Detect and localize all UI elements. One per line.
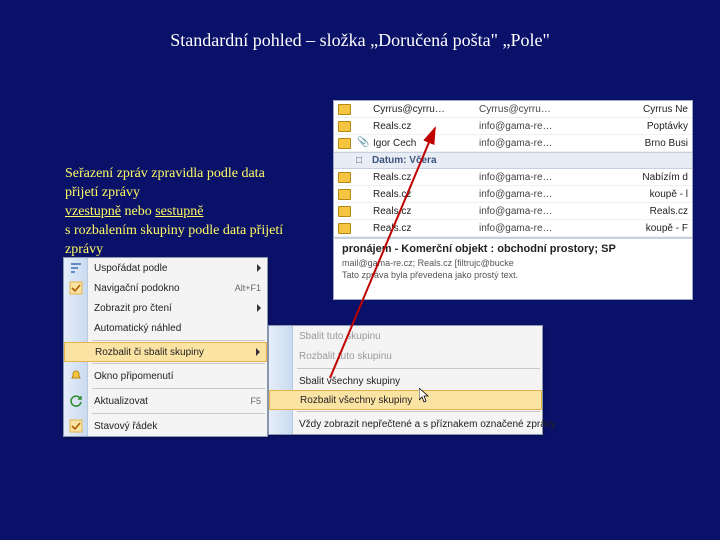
mail-email: Cyrrus@cyrru…	[479, 104, 579, 115]
menu-item-label: Okno připomenutí	[94, 371, 174, 382]
menu-hotkey: Alt+F1	[235, 283, 261, 293]
submenu-item-label: Rozbalit všechny skupiny	[300, 395, 412, 406]
mail-from: Reals.cz	[373, 206, 473, 217]
desc-line3: s rozbalením skupiny podle data přijetí …	[65, 222, 295, 260]
submenu-item-label: Sbalit všechny skupiny	[299, 376, 400, 387]
mail-subject: Reals.cz	[585, 206, 688, 217]
sort-icon	[68, 260, 84, 276]
menu-item-label: Stavový řádek	[94, 421, 157, 432]
mail-email: info@gama-re…	[479, 206, 579, 217]
menu-separator	[92, 340, 265, 341]
mail-from: Reals.cz	[373, 121, 473, 132]
menu-item-label: Zobrazit pro čtení	[94, 303, 172, 314]
submenu-item[interactable]: Vždy zobrazit nepřečtené a s příznakem o…	[269, 414, 542, 434]
menu-hotkey: F5	[250, 396, 261, 406]
mail-row[interactable]: Reals.cz info@gama-re… koupě - l	[334, 186, 692, 203]
menu-separator	[92, 388, 265, 389]
menu-item[interactable]: Automatický náhled	[64, 318, 267, 338]
mail-subject: koupě - F	[585, 223, 688, 234]
mail-email: info@gama-re…	[479, 172, 579, 183]
preview-meta2: Tato zpráva byla převedena jako prostý t…	[342, 270, 684, 280]
menu-separator	[297, 411, 540, 412]
mail-icon	[338, 104, 351, 115]
mouse-cursor-icon	[419, 388, 431, 404]
mail-row[interactable]: Reals.cz info@gama-re… Poptávky	[334, 118, 692, 135]
submenu-arrow-icon	[256, 348, 260, 356]
mail-icon	[338, 138, 351, 149]
preview-meta1: mail@gama-re.cz; Reals.cz [filtrujc@buck…	[342, 258, 684, 268]
mail-email: info@gama-re…	[479, 189, 579, 200]
mail-from: Igor Čech	[373, 138, 473, 149]
mail-row[interactable]: Cyrrus@cyrru… Cyrrus@cyrru… Cyrrus Ne	[334, 101, 692, 118]
slide-title: Standardní pohled – složka „Doručená poš…	[0, 0, 720, 51]
mail-row[interactable]: 📎 Igor Čech info@gama-re… Brno Busi	[334, 135, 692, 152]
mail-icon	[338, 223, 351, 234]
mail-from: Reals.cz	[373, 189, 473, 200]
submenu-item-label: Rozbalit tuto skupinu	[299, 351, 392, 362]
blank-icon	[68, 300, 84, 316]
mail-row[interactable]: Reals.cz info@gama-re… Reals.cz	[334, 203, 692, 220]
mail-email: info@gama-re…	[479, 223, 579, 234]
submenu-item: Sbalit tuto skupinu	[269, 326, 542, 346]
menu-separator	[297, 368, 540, 369]
menu-item-label: Uspořádat podle	[94, 263, 167, 274]
mail-from: Cyrrus@cyrru…	[373, 104, 473, 115]
bell-icon	[68, 368, 84, 384]
mail-from: Reals.cz	[373, 223, 473, 234]
submenu-item-label: Sbalit tuto skupinu	[299, 331, 381, 342]
mail-from: Reals.cz	[373, 172, 473, 183]
menu-item[interactable]: Zobrazit pro čtení	[64, 298, 267, 318]
mail-row[interactable]: Reals.cz info@gama-re… Nabízím d	[334, 169, 692, 186]
mail-subject: koupě - l	[585, 189, 688, 200]
menu-item[interactable]: Stavový řádek	[64, 416, 267, 436]
slide-description: Seřazení zpráv zpravidla podle data přij…	[65, 165, 295, 259]
menu-item-label: Rozbalit či sbalit skupiny	[95, 347, 204, 358]
reading-pane: pronájem - Komerční objekt : obchodní pr…	[334, 237, 692, 286]
inbox-group-header[interactable]: □Datum: Včera	[334, 152, 692, 169]
menu-separator	[92, 363, 265, 364]
menu-item[interactable]: Aktualizovat F5	[64, 391, 267, 411]
menu-item-label: Aktualizovat	[94, 396, 148, 407]
mail-subject: Cyrrus Ne	[585, 104, 688, 115]
desc-desc: sestupně	[155, 204, 203, 219]
submenu-item[interactable]: Sbalit všechny skupiny	[269, 371, 542, 391]
menu-item[interactable]: Rozbalit či sbalit skupiny	[64, 342, 267, 362]
check-icon	[68, 280, 84, 296]
submenu-arrow-icon	[257, 304, 261, 312]
mail-subject: Nabízím d	[585, 172, 688, 183]
submenu-arrow-icon	[257, 264, 261, 272]
submenu-item-label: Vždy zobrazit nepřečtené a s příznakem o…	[299, 419, 556, 430]
refresh-icon	[68, 393, 84, 409]
preview-subject: pronájem - Komerční objekt : obchodní pr…	[342, 243, 684, 255]
submenu-item: Rozbalit tuto skupinu	[269, 346, 542, 366]
view-context-menu: Uspořádat podle Navigační podokno Alt+F1 Zo…	[63, 257, 268, 437]
desc-asc: vzestupně	[65, 204, 121, 219]
group-header-text: Datum: Včera	[372, 155, 436, 166]
mail-email: info@gama-re…	[479, 138, 579, 149]
mail-icon	[338, 121, 351, 132]
mail-icon	[338, 172, 351, 183]
mail-icon	[338, 206, 351, 217]
check-icon	[68, 418, 84, 434]
desc-line1: Seřazení zpráv zpravidla podle data přij…	[65, 165, 295, 203]
mail-subject: Brno Busi	[585, 138, 688, 149]
mail-email: info@gama-re…	[479, 121, 579, 132]
blank-icon	[69, 345, 85, 361]
attachment-icon: 📎	[357, 137, 367, 149]
expand-collapse-submenu: Sbalit tuto skupinu Rozbalit tuto skupinu…	[268, 325, 543, 435]
menu-item-label: Automatický náhled	[94, 323, 181, 334]
menu-separator	[92, 413, 265, 414]
mail-subject: Poptávky	[585, 121, 688, 132]
inbox-panel: Cyrrus@cyrru… Cyrrus@cyrru… Cyrrus Ne Reals…	[333, 100, 693, 300]
menu-item[interactable]: Okno připomenutí	[64, 366, 267, 386]
menu-item[interactable]: Uspořádat podle	[64, 258, 267, 278]
blank-icon	[68, 320, 84, 336]
submenu-item[interactable]: Rozbalit všechny skupiny	[269, 390, 542, 410]
mail-icon	[338, 189, 351, 200]
menu-item[interactable]: Navigační podokno Alt+F1	[64, 278, 267, 298]
menu-item-label: Navigační podokno	[94, 283, 180, 294]
mail-row[interactable]: Reals.cz info@gama-re… koupě - F	[334, 220, 692, 237]
